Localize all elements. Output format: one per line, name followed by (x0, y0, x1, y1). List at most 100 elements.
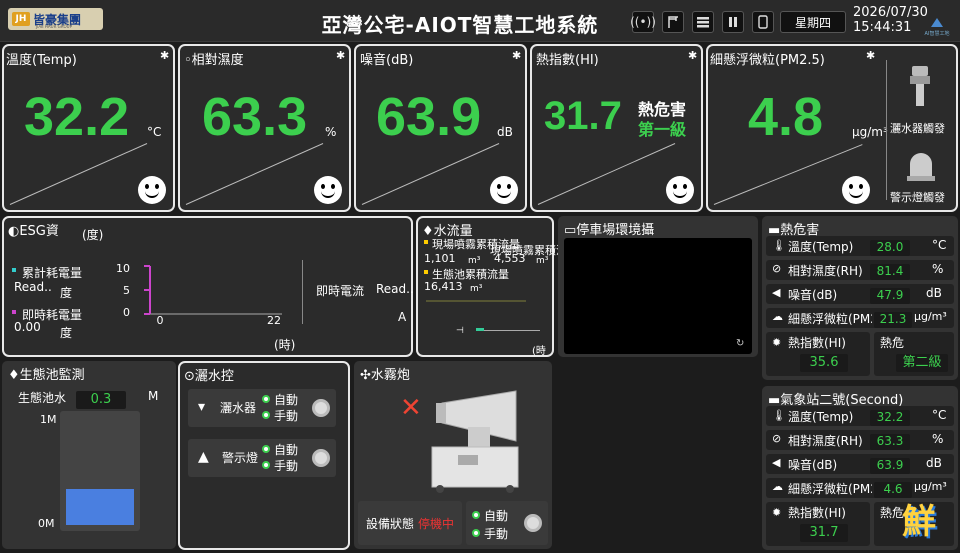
card-title: 溫度(Temp) (6, 53, 77, 68)
gear-icon[interactable]: ✱ (866, 49, 875, 62)
fogger-toggle[interactable] (524, 514, 542, 532)
cum-power-unit: 度 (60, 286, 73, 300)
gear-icon[interactable]: ✱ (512, 49, 521, 62)
auto-radio[interactable] (262, 395, 270, 403)
pond-level-label: 生態池水 (18, 391, 67, 405)
sun-icon: ✹ (772, 506, 782, 519)
temp-unit: °C (147, 125, 162, 139)
warning-row: ▲ 警示燈 自動 手動 (188, 439, 336, 477)
row-unit: % (932, 262, 944, 276)
auto-radio[interactable] (472, 511, 480, 519)
manual-radio[interactable] (262, 461, 270, 469)
pm25-value: 4.8 (748, 87, 824, 147)
row-unit: μg/m³ (914, 310, 947, 323)
gear-icon[interactable]: ✱ (160, 49, 169, 62)
legend-square (12, 310, 16, 314)
sprinkler-control-panel: ⊙灑水控 ▾ 灑水器 自動 手動 ▲ 警示燈 自動 手動 (178, 361, 350, 550)
humidity-card: ◦相對濕度 ✱ 63.3 % (178, 44, 351, 212)
warning-light-icon: ▲ (198, 449, 209, 465)
cum-power-label: 累計耗電量 (22, 266, 83, 280)
pond-level-unit: M (148, 389, 159, 403)
auto-radio[interactable] (262, 445, 270, 453)
row-value: 32.2 (870, 410, 910, 426)
fogger-mode-box: 自動 手動 (466, 501, 548, 545)
esg-title: ESG資 (19, 224, 59, 239)
cloud-icon: ☁ (772, 480, 783, 493)
y-tick: 10 (116, 262, 130, 275)
level-label: 熱危 (880, 506, 905, 520)
row-label: 溫度(Temp) (788, 240, 854, 254)
warning-trigger-label: 警示燈觸發 (890, 191, 945, 204)
w2-row-humidity: ⊘ 相對濕度(RH) 63.3 % (766, 430, 954, 450)
flow-bar (426, 300, 526, 302)
pause-icon[interactable] (722, 11, 744, 33)
auto-label: 自動 (484, 509, 509, 523)
pond-bottom-tick: 0M (38, 517, 55, 530)
manual-radio[interactable] (262, 411, 270, 419)
warning-toggle[interactable] (312, 449, 330, 467)
refresh-icon[interactable]: ↻ (736, 338, 744, 349)
row-value: 21.3 (874, 312, 912, 328)
pond-flow-unit: m³ (470, 284, 483, 294)
camera-feed[interactable] (564, 238, 752, 354)
cum-power-value: Read.. (14, 280, 52, 294)
weekday-label: 星期四 (780, 11, 846, 33)
hi-value: 35.6 (800, 354, 848, 372)
x-tick: 22 (267, 314, 281, 324)
pond-title: 生態池監測 (19, 368, 85, 383)
gear-icon[interactable]: ✱ (688, 49, 697, 62)
faucet-icon: ⊣ (456, 326, 464, 336)
inst-power-value: 0.00 (14, 320, 41, 334)
hi-value: 31.7 (800, 524, 848, 542)
parking-title-wrap: ▭停車場環境攝 (564, 223, 655, 238)
trend-line (9, 143, 148, 205)
date-text: 2026/07/30 (853, 5, 928, 20)
row-unit: dB (926, 286, 942, 300)
card-title-wrap: ◦相對濕度 (184, 53, 244, 68)
temp-value: 32.2 (24, 87, 130, 147)
auto-label: 自動 (274, 443, 299, 457)
speaker-icon: ◀ (772, 286, 781, 299)
sprinkler-toggle[interactable] (312, 399, 330, 417)
signal-icon[interactable]: ((•)) (630, 11, 656, 33)
esg-unit-label: (度) (82, 228, 104, 242)
trend-line (537, 143, 676, 205)
temp-card: 溫度(Temp) ✱ 32.2 °C (2, 44, 175, 212)
auto-label: 自動 (274, 393, 299, 407)
sprinkler-label: 灑水器 (220, 401, 257, 415)
eco-pond-panel: ♦生態池監測 生態池水 0.3 M 1M 0M (2, 361, 176, 549)
pond-fill-bar (66, 489, 134, 525)
w2-row-noise: ◀ 噪音(dB) 63.9 dB (766, 454, 954, 474)
humidity-unit: % (325, 125, 337, 139)
warning-label: 警示燈 (222, 451, 259, 465)
row-value: 47.9 (870, 288, 910, 304)
manual-radio[interactable] (472, 529, 480, 537)
phone-icon[interactable] (752, 11, 774, 33)
header-bar: JH 皆豪集團 JIAE HAUR GROUP 亞灣公宅-AIOT智慧工地系統 … (0, 0, 960, 42)
pond-flow-value: 16,413 (424, 280, 463, 293)
esg-chart: 10 5 0 0 22 (116, 262, 282, 324)
hi-label: 熱指數(HI) (788, 506, 846, 520)
heat-row-humidity: ⊘ 相對濕度(RH) 81.4 % (766, 260, 954, 280)
heat-row-noise: ◀ 噪音(dB) 47.9 dB (766, 284, 954, 304)
current-unit: A (398, 310, 407, 324)
card-title: 熱指數(HI) (536, 53, 599, 68)
sprinkler-trigger-label: 灑水器觸發 (890, 122, 945, 135)
legend-square (424, 270, 428, 274)
mini-bar (476, 328, 484, 331)
water-x-label: (時 (532, 346, 546, 357)
brand-badge-icon: 鮮 (902, 502, 936, 542)
gear-icon[interactable]: ✱ (336, 49, 345, 62)
smiley-icon (314, 176, 342, 204)
smiley-icon (666, 176, 694, 204)
sprinkler-device-icon (908, 64, 932, 108)
heat-level-box: 熱危 第二級 (874, 332, 954, 376)
heat-index-value: 31.7 (544, 94, 622, 138)
crane-icon[interactable] (662, 11, 684, 33)
row-unit: °C (932, 238, 947, 252)
spray-total-unit: m³ (536, 256, 549, 266)
manual-label: 手動 (274, 409, 299, 423)
list-icon[interactable] (692, 11, 714, 33)
time-text: 15:44:31 (853, 20, 912, 35)
heat-row-temp: 🌡 溫度(Temp) 28.0 °C (766, 236, 954, 256)
